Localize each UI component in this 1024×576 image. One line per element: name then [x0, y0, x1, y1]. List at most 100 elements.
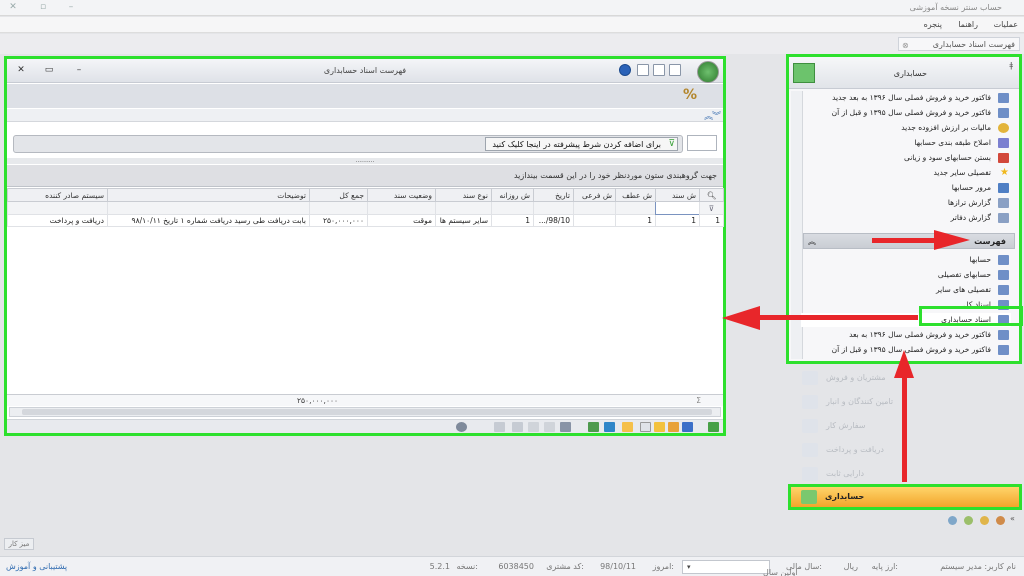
- minimize-icon[interactable]: –: [64, 2, 78, 12]
- new-document-icon[interactable]: [669, 64, 681, 76]
- menu-item-window[interactable]: پنجره: [924, 20, 942, 29]
- sidebar-item[interactable]: فاکتور خرید و فروش فصلی سال ۱۳۹۵ و قبل ا…: [801, 343, 1011, 357]
- close-icon[interactable]: ✕: [6, 2, 20, 12]
- column-header[interactable]: ش سند: [655, 188, 700, 202]
- filter-cell[interactable]: [7, 201, 108, 215]
- module-label: مشتریان و فروش: [826, 373, 886, 382]
- menu-item-help[interactable]: راهنما: [958, 20, 978, 29]
- sidebar-item[interactable]: مرور حسابها: [801, 181, 1011, 195]
- advanced-filter-button[interactable]: ⊽ برای اضافه کردن شرط پیشرفته در اینجا ک…: [485, 137, 678, 151]
- sidebar-item[interactable]: فاکتور خرید و فروش فصلی سال ۱۳۹۶ به بعد …: [801, 91, 1011, 105]
- column-header[interactable]: جمع کل: [309, 188, 368, 202]
- help-icon[interactable]: [619, 64, 631, 76]
- filter-cell[interactable]: [309, 201, 368, 215]
- sidebar-item[interactable]: گزارش دفاتر: [801, 211, 1011, 225]
- sidebar-item-label: تفصیلی های سایر: [935, 285, 991, 294]
- filter-orange-icon[interactable]: [668, 422, 679, 432]
- module-suppliers-inventory[interactable]: تامین کنندگان و انبار: [792, 390, 1020, 414]
- close-grid-icon[interactable]: [528, 422, 539, 432]
- column-header[interactable]: ش عطف: [615, 188, 656, 202]
- horizontal-scrollbar[interactable]: [9, 407, 721, 417]
- copy-icon[interactable]: [653, 64, 665, 76]
- collapse-section-icon[interactable]: ︽: [808, 234, 816, 249]
- sum-toolbar-icon[interactable]: [622, 422, 633, 432]
- column-header[interactable]: وضعیت سند: [367, 188, 436, 202]
- sidebar-item[interactable]: حسابهای تفصیلی: [801, 268, 1011, 282]
- sidebar-title: حسابداری: [893, 69, 927, 78]
- sidebar-item[interactable]: مالیات بر ارزش افزوده جدید: [801, 121, 1011, 135]
- column-header[interactable]: نوع سند: [435, 188, 492, 202]
- print-icon[interactable]: [560, 422, 571, 432]
- module-receipts-payments[interactable]: دریافت و پرداخت: [792, 438, 1020, 462]
- table-row[interactable]: 1 1 1 98/10/... 1 سایر سیستم ها موقت ۲۵۰…: [7, 214, 724, 227]
- sidebar-item[interactable]: فاکتور خرید و فروش فصلی سال ۱۳۹۶ به بعد: [801, 328, 1011, 342]
- column-chooser-icon[interactable]: [640, 422, 651, 432]
- grid-search-icon[interactable]: 🔍︎: [699, 188, 724, 202]
- desk-button[interactable]: میز کار: [4, 538, 34, 550]
- chevron-down-icon: ▾: [687, 563, 691, 571]
- settings-icon[interactable]: [494, 422, 505, 432]
- filter-cell[interactable]: [655, 201, 700, 215]
- column-header[interactable]: تاریخ: [533, 188, 574, 202]
- fit-columns-icon[interactable]: [604, 422, 615, 432]
- module-customers-sales[interactable]: مشتریان و فروش: [792, 366, 1020, 390]
- menu-item-operations[interactable]: عملیات: [994, 20, 1018, 29]
- expand-icon[interactable]: «: [1010, 514, 1019, 523]
- sidebar-item[interactable]: ★ تفصیلی سایر جدید: [801, 166, 1011, 180]
- filter-cell[interactable]: [573, 201, 616, 215]
- filter-row-funnel-icon[interactable]: ⊽: [699, 201, 724, 215]
- percent-icon[interactable]: %: [683, 87, 697, 103]
- column-header[interactable]: ش فرعی: [573, 188, 616, 202]
- print-preview-icon[interactable]: [544, 422, 555, 432]
- maximize-icon[interactable]: ▫: [36, 2, 50, 12]
- filter-blue-icon[interactable]: [682, 422, 693, 432]
- excel-export-icon[interactable]: [588, 422, 599, 432]
- column-header[interactable]: توضیحات: [107, 188, 310, 202]
- filter-cell[interactable]: [533, 201, 574, 215]
- mail-icon[interactable]: [512, 422, 523, 432]
- tab-accounting-documents[interactable]: ⊗ فهرست اسناد حسابداری: [898, 37, 1020, 51]
- window-subheader: %: [7, 84, 723, 108]
- column-header[interactable]: ش روزانه: [491, 188, 534, 202]
- document-tab-bar: ⊗ فهرست اسناد حسابداری: [0, 34, 1024, 54]
- filter-cell[interactable]: [491, 201, 534, 215]
- report-icon: [998, 108, 1009, 118]
- sidebar-item[interactable]: حسابها: [801, 253, 1011, 267]
- fiscal-year-select[interactable]: ▾ اولین سال: [682, 560, 798, 576]
- tab-close-icon[interactable]: ⊗: [902, 39, 909, 52]
- shortcut-icon[interactable]: [948, 516, 957, 525]
- advanced-filter-area[interactable]: ⊽ برای اضافه کردن شرط پیشرفته در اینجا ک…: [13, 135, 683, 153]
- module-fixed-assets[interactable]: دارایی ثابت: [792, 462, 1020, 486]
- module-accounting-active[interactable]: حسابداری: [788, 484, 1022, 510]
- module-work-order[interactable]: سفارش کار: [792, 414, 1020, 438]
- sidebar-item[interactable]: گزارش ترازها: [801, 196, 1011, 210]
- shortcut-icon[interactable]: [964, 516, 973, 525]
- shortcut-icon[interactable]: [980, 516, 989, 525]
- column-header[interactable]: سیستم صادر کننده: [7, 188, 108, 202]
- filter-cell[interactable]: [107, 201, 310, 215]
- splitter-grip[interactable]: ..........: [7, 158, 723, 164]
- filter-cell[interactable]: [435, 201, 492, 215]
- sidebar-item[interactable]: بستن حسابهای سود و زیانی: [801, 151, 1011, 165]
- dropdown-arrow-icon[interactable]: [440, 422, 451, 432]
- filter-cell[interactable]: [615, 201, 656, 215]
- sidebar-section-list[interactable]: ︽ فهرست: [803, 233, 1015, 249]
- edit-icon[interactable]: [637, 64, 649, 76]
- record-icon[interactable]: [456, 422, 467, 432]
- sidebar-item[interactable]: اصلاح طبقه بندی حسابها: [801, 136, 1011, 150]
- refresh-icon[interactable]: [708, 422, 719, 432]
- app-title-bar: ✕ ▫ – حساب سنتر نسخه آموزشی: [0, 0, 1024, 16]
- shortcut-icon[interactable]: [996, 516, 1005, 525]
- filter-cell[interactable]: [367, 201, 436, 215]
- support-link[interactable]: پشتیبانی و آموزش: [6, 562, 67, 571]
- scrollbar-thumb[interactable]: [22, 409, 712, 415]
- group-by-area[interactable]: جهت گروهبندی ستون موردنظر خود را در این …: [7, 165, 723, 187]
- filter-side-input[interactable]: [687, 135, 717, 151]
- pin-icon[interactable]: ǂ: [1009, 61, 1013, 70]
- sidebar-item[interactable]: تفصیلی های سایر: [801, 283, 1011, 297]
- cell-sub-no: [573, 214, 616, 227]
- window-title: فهرست اسناد حسابداری: [323, 66, 407, 75]
- filter-green-icon[interactable]: [654, 422, 665, 432]
- sidebar-item[interactable]: فاکتور خرید و فروش فصلی سال ۱۳۹۵ و قبل ا…: [801, 106, 1011, 120]
- collapse-chevrons-icon[interactable]: ︽ ︾: [704, 109, 721, 122]
